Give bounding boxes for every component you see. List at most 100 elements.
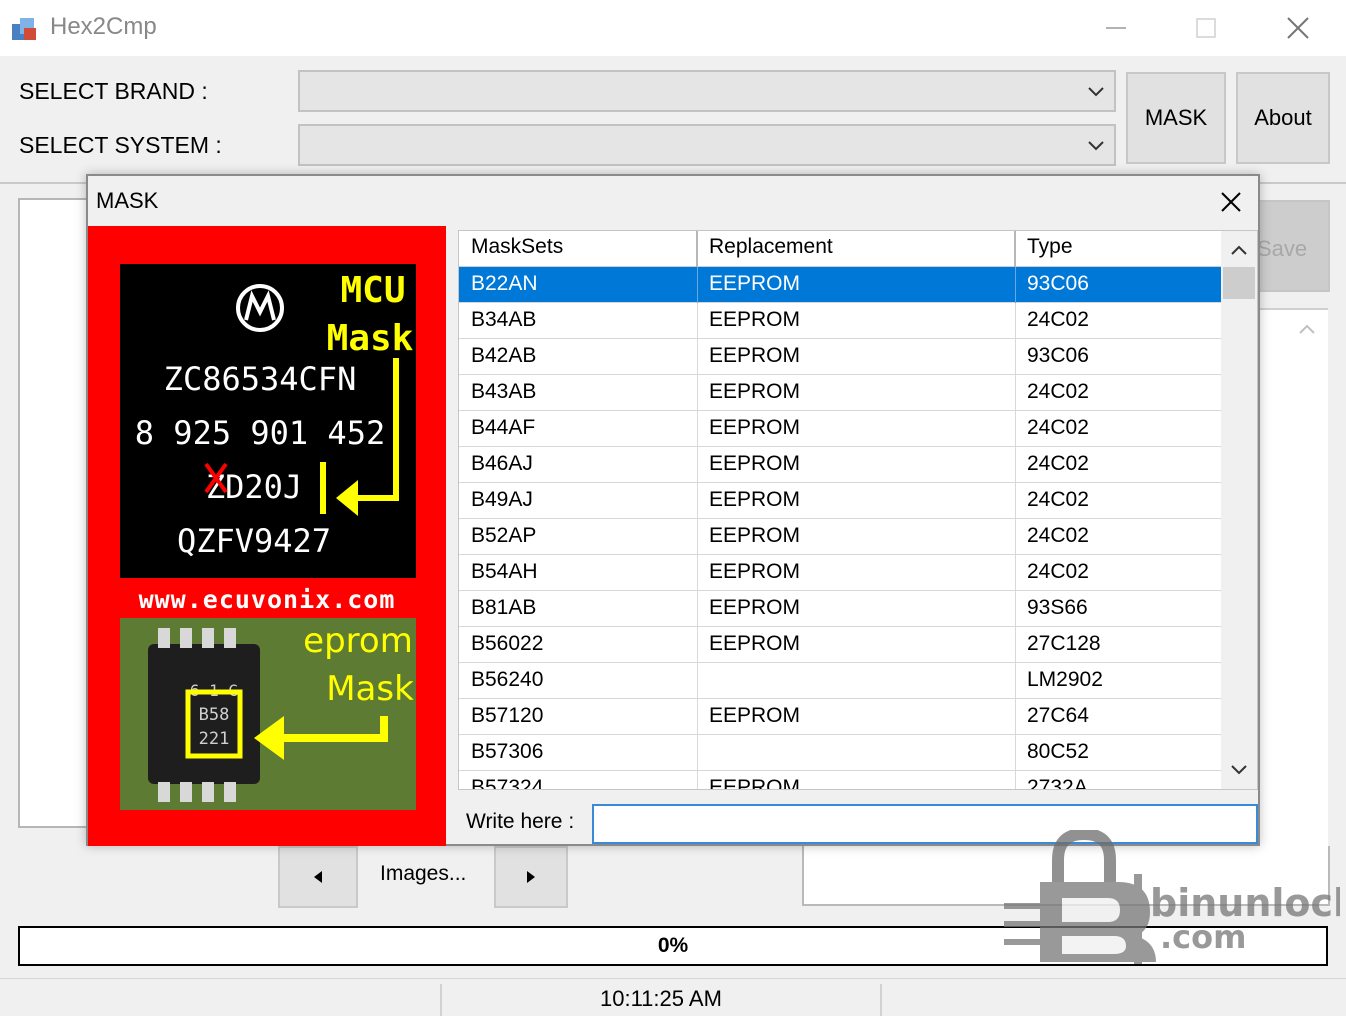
close-button[interactable] [1268, 8, 1328, 48]
vertical-scrollbar[interactable] [1221, 231, 1257, 789]
scrollbar-thumb[interactable] [1223, 267, 1255, 299]
status-separator [440, 984, 442, 1016]
table-row[interactable]: B57120 EEPROM 27C64 [459, 699, 1221, 735]
cell-divider [697, 267, 698, 303]
cell-maskset: B54AH [471, 560, 538, 583]
maximize-icon [1196, 18, 1216, 38]
right-text-panel[interactable] [1258, 308, 1328, 906]
cell-divider [697, 411, 698, 447]
chip-date-code: QZFV9427 [177, 522, 331, 560]
scroll-down-icon[interactable] [1227, 757, 1251, 781]
cell-divider [697, 627, 698, 663]
cell-maskset: B43AB [471, 380, 537, 403]
about-button[interactable]: About [1236, 72, 1330, 164]
scroll-up-icon[interactable] [1227, 239, 1251, 263]
images-label: Images... [380, 862, 467, 885]
cell-divider [1015, 339, 1016, 375]
table-row[interactable]: B44AF EEPROM 24C02 [459, 411, 1221, 447]
cell-replacement: EEPROM [709, 380, 801, 403]
next-image-button[interactable] [494, 846, 568, 908]
cell-maskset: B22AN [471, 272, 538, 295]
table-row[interactable]: B54AH EEPROM 24C02 [459, 555, 1221, 591]
col-header-masksets[interactable]: MaskSets [471, 235, 563, 259]
dialog-close-button[interactable] [1206, 184, 1256, 220]
cell-maskset: B49AJ [471, 488, 533, 511]
close-icon [1221, 192, 1241, 212]
cell-divider [697, 447, 698, 483]
cell-replacement: EEPROM [709, 596, 801, 619]
cell-type: 80C52 [1027, 740, 1089, 763]
status-separator [880, 984, 882, 1016]
cell-type: 27C64 [1027, 704, 1089, 727]
cell-replacement: EEPROM [709, 272, 801, 295]
cell-replacement: EEPROM [709, 308, 801, 331]
cell-replacement: EEPROM [709, 416, 801, 439]
maximize-button[interactable] [1176, 8, 1236, 48]
window-title: Hex2Cmp [50, 13, 157, 40]
progress-text: 0% [657, 934, 689, 957]
mask-button[interactable]: MASK [1126, 72, 1226, 164]
column-divider[interactable] [1014, 231, 1016, 267]
progress-bar: 0% [18, 926, 1328, 966]
table-header: MaskSets Replacement Type [459, 231, 1221, 267]
table-row[interactable]: B42AB EEPROM 93C06 [459, 339, 1221, 375]
eprom-chip-line2: 221 [199, 729, 230, 749]
save-button[interactable]: Save [1258, 200, 1330, 292]
brand-select[interactable] [298, 70, 1116, 112]
cell-maskset: B56240 [471, 668, 544, 691]
cell-maskset: B34AB [471, 308, 537, 331]
cell-divider [1015, 519, 1016, 555]
table-row[interactable]: B52AP EEPROM 24C02 [459, 519, 1221, 555]
prev-image-button[interactable] [278, 846, 358, 908]
minimize-button[interactable] [1086, 8, 1146, 48]
chevron-up-icon[interactable] [1296, 318, 1318, 340]
cell-divider [1015, 591, 1016, 627]
cell-replacement: EEPROM [709, 452, 801, 475]
cell-divider [1015, 411, 1016, 447]
chip-part-number: ZC86534CFN [164, 360, 357, 398]
masksets-table: MaskSets Replacement Type B22AN EEPROM 93C… [458, 230, 1258, 790]
cell-divider [697, 735, 698, 771]
table-row[interactable]: B57306 80C52 [459, 735, 1221, 771]
table-row[interactable]: B22AN EEPROM 93C06 [459, 267, 1221, 303]
cell-type: 93S66 [1027, 596, 1088, 619]
cell-divider [1015, 303, 1016, 339]
eprom-mask-label: Mask [326, 669, 414, 709]
system-label: SELECT SYSTEM : [19, 132, 222, 158]
cell-replacement: EEPROM [709, 632, 801, 655]
cell-divider [1015, 771, 1016, 789]
write-here-input[interactable] [592, 804, 1258, 844]
col-header-type[interactable]: Type [1027, 235, 1073, 259]
cell-type: 24C02 [1027, 560, 1089, 583]
mcu-label: MCU [340, 270, 405, 311]
table-row[interactable]: B46AJ EEPROM 24C02 [459, 447, 1221, 483]
table-row[interactable]: B43AB EEPROM 24C02 [459, 375, 1221, 411]
cell-maskset: B57120 [471, 704, 544, 727]
table-row[interactable]: B56240 LM2902 [459, 663, 1221, 699]
cell-maskset: B57306 [471, 740, 544, 763]
table-row[interactable]: B56022 EEPROM 27C128 [459, 627, 1221, 663]
table-row[interactable]: B34AB EEPROM 24C02 [459, 303, 1221, 339]
cell-replacement: EEPROM [709, 704, 801, 727]
cell-divider [1015, 555, 1016, 591]
cell-type: 93C06 [1027, 272, 1089, 295]
cell-type: LM2902 [1027, 668, 1103, 691]
website-text: www.ecuvonix.com [139, 585, 396, 614]
cell-divider [1015, 699, 1016, 735]
bottom-text-area[interactable] [802, 846, 1330, 906]
col-header-replacement[interactable]: Replacement [709, 235, 833, 259]
column-divider[interactable] [696, 231, 698, 267]
write-here-label: Write here : [466, 810, 575, 833]
mcu-mask-label: Mask [327, 318, 414, 359]
table-row[interactable]: B57324 EEPROM 2732A [459, 771, 1221, 789]
table-row[interactable]: B49AJ EEPROM 24C02 [459, 483, 1221, 519]
cell-type: 24C02 [1027, 380, 1089, 403]
table-row[interactable]: B81AB EEPROM 93S66 [459, 591, 1221, 627]
system-select[interactable] [298, 124, 1116, 166]
cell-maskset: B42AB [471, 344, 537, 367]
chevron-down-icon [1088, 141, 1104, 151]
chip-serial: 8 925 901 452 [135, 414, 385, 452]
left-panel [18, 198, 92, 828]
cell-divider [1015, 483, 1016, 519]
cell-divider [1015, 735, 1016, 771]
